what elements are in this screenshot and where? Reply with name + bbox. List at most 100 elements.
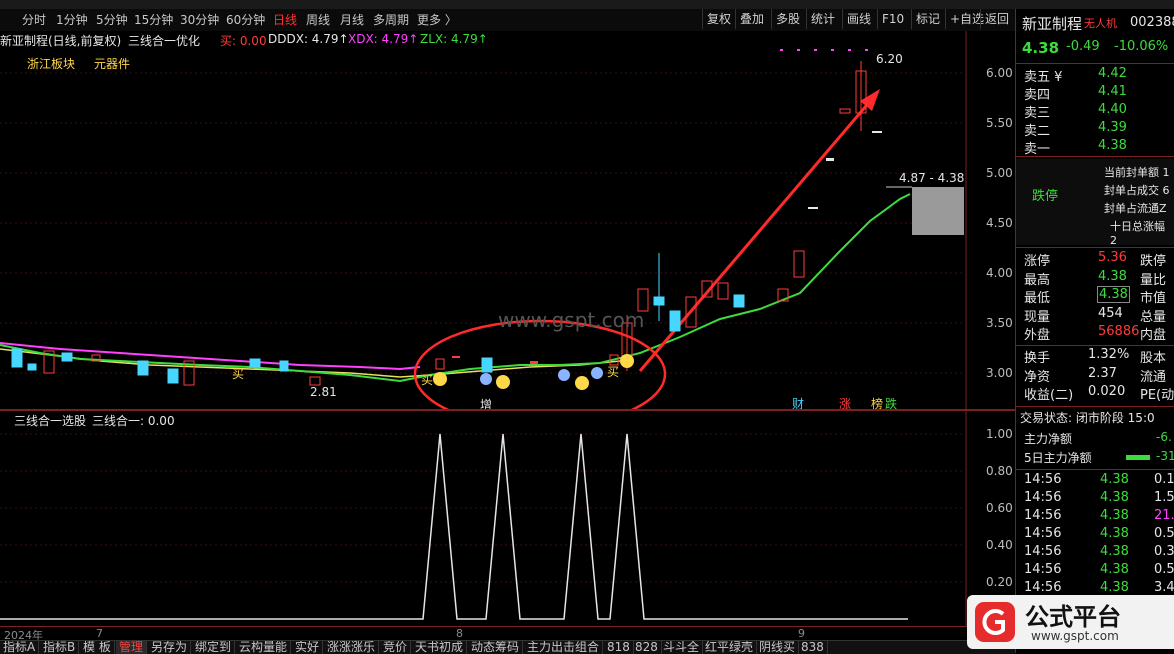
date-month-8: 8 [456,627,463,640]
limit-item-1: 当前封单额 1 [1104,166,1170,179]
tick-price: 4.38 [1100,562,1129,577]
main-flow-value: -6. [1156,430,1172,444]
stat-value: 4.38 [1098,268,1127,284]
mark-button[interactable]: 标记 [911,9,944,29]
indicator-tab[interactable]: 管理 [116,641,148,654]
quote-change: -0.49 [1066,39,1100,54]
axis-label-550: 5.50 [986,116,1013,130]
stat-row: 涨停 5.36 跌停 [1016,250,1174,269]
board-zhejiang[interactable]: 浙江板块 [27,55,75,72]
indicator-tab[interactable]: 实好 [292,641,324,654]
tick-price: 4.38 [1100,526,1129,541]
tick-price: 4.38 [1100,472,1129,487]
indicator-tab[interactable]: 模 板 [80,641,115,654]
date-axis: 2024年 7 8 9 [0,626,1015,642]
period-tab-monthly[interactable]: 月线 [340,11,364,28]
period-tab-multi[interactable]: 多周期 [373,11,409,28]
buy-value: 买: 0.00 [220,34,267,48]
multi-stock-button[interactable]: 多股 [771,9,804,29]
tick-volume: 0.5 [1154,526,1174,541]
period-tab-60min[interactable]: 60分钟 [226,11,265,28]
candlestick-chart[interactable]: 6.00 5.50 5.00 4.50 4.00 3.50 3.00 6.20 … [0,31,1015,409]
tick-time: 14:56 [1024,472,1062,487]
stat-value: 56886 [1098,324,1140,339]
ask-price: 4.41 [1098,84,1127,99]
period-tab-fenshi[interactable]: 分时 [22,11,46,28]
indicator-tab[interactable]: 838 [798,641,828,654]
ask-row[interactable]: 卖二 4.39 [1016,120,1174,139]
overlay-button[interactable]: 叠加 [735,9,768,29]
indicator-tab[interactable]: 涨涨涨乐 [324,641,380,654]
stock-title: 新亚制程(日线,前复权) [0,34,122,48]
period-tab-more[interactable]: 更多 〉 [417,11,457,28]
tick-row: 14:56 4.38 0.5 [1016,526,1174,544]
ask-label: 卖三 [1024,106,1051,121]
back-button[interactable]: 返回 [980,9,1013,29]
indicator-tab[interactable]: 动态筹码 [468,641,524,654]
ask-row[interactable]: 卖五 ¥ 4.42 [1016,66,1174,85]
stat-row: 最高 4.38 量比 [1016,268,1174,288]
stat-label-2: 流通 [1140,369,1167,385]
period-tab-weekly[interactable]: 周线 [306,11,330,28]
fuquan-button[interactable]: 复权 [702,9,735,29]
stat-row: 现量 454 总量 [1016,306,1174,325]
range-label: 4.87 - 4.38 [899,171,964,185]
ask-price: 4.39 [1098,120,1127,135]
stat-row: 外盘 56886 内盘 [1016,324,1174,343]
indicator-tab[interactable]: 红平绿壳 [702,641,758,654]
indicator-tab[interactable]: 828 [632,641,662,654]
sub-chart-title[interactable]: 三线合一选股 [14,413,86,428]
quote-concept-tag[interactable]: 无人机 [1084,15,1117,31]
sub-axis-060: 0.60 [986,501,1013,515]
axis-label-600: 6.00 [986,66,1013,80]
buy-mark-2: 买 [421,373,433,387]
f10-button[interactable]: F10 [877,9,908,29]
indicator-tab[interactable]: 主力出击组合 [524,641,604,654]
ask-row[interactable]: 卖三 4.40 [1016,102,1174,121]
quote-price: 4.38 [1022,39,1060,57]
indicator-tab[interactable]: 竞价 [380,641,412,654]
ask-price: 4.42 [1098,66,1127,81]
stats-table: 涨停 5.36 跌停 最高 4.38 量比 最低 4.38 市值 现量 454 总量 外盘 56886 内盘 [1016,250,1174,343]
indicator-tab[interactable]: 指标B [40,641,80,654]
stats-button[interactable]: 统计 [806,9,839,29]
board-components[interactable]: 元器件 [94,55,130,72]
period-tab-daily[interactable]: 日线 [273,11,297,28]
indicator-tab[interactable]: 818 [604,641,634,654]
indicator-tab[interactable]: 云构量能 [236,641,292,654]
period-tab-15min[interactable]: 15分钟 [134,11,173,28]
indicator-tab[interactable]: 指标A [0,641,40,654]
tick-volume: 1.5 [1154,490,1174,505]
indicator-tab[interactable]: 绑定到 [192,641,236,654]
ask-row[interactable]: 卖一 4.38 [1016,138,1174,157]
indicator-tab[interactable]: 斗斗全 [660,641,704,654]
tick-price: 4.38 [1100,544,1129,559]
tick-time: 14:56 [1024,580,1062,595]
indicator-name[interactable]: 三线合一优化 [128,32,200,49]
tick-volume: 0.3 [1154,544,1174,559]
indicator-tab[interactable]: 天书初成 [412,641,468,654]
period-tab-5min[interactable]: 5分钟 [96,11,128,28]
tick-price: 4.38 [1100,508,1129,523]
ask-row[interactable]: 卖四 4.41 [1016,84,1174,103]
limit-item-3: 封单占流通Z [1104,202,1167,215]
stat-label: 最低 [1024,291,1051,306]
axis-label-450: 4.50 [986,216,1013,230]
period-tab-1min[interactable]: 1分钟 [56,11,88,28]
quote-stock-code: 002388 [1130,15,1174,30]
period-tab-30min[interactable]: 30分钟 [180,11,219,28]
axis-label-500: 5.00 [986,166,1013,180]
indicator-tab[interactable]: 另存为 [148,641,192,654]
tick-volume: 21.9 [1154,508,1174,523]
stats-table-2: 换手 1.32% 股本 净资 2.37 流通 收益(二) 0.020 PE(动 [1016,347,1174,403]
selection-indicator-chart[interactable]: 1.00 0.80 0.60 0.40 0.20 三线合一选股 三线合一: 0.… [0,411,1015,626]
draw-line-button[interactable]: 画线 [842,9,875,29]
flow5-value: -31 [1156,449,1174,463]
tick-time: 14:56 [1024,562,1062,577]
stat-value: 2.37 [1088,365,1117,381]
stat-label: 涨停 [1024,254,1051,269]
price-range-box [912,187,964,235]
quote-stock-name: 新亚制程 [1022,15,1083,33]
indicator-tab[interactable]: 阴线买 [756,641,800,654]
tick-volume: 0.1 [1154,472,1174,487]
